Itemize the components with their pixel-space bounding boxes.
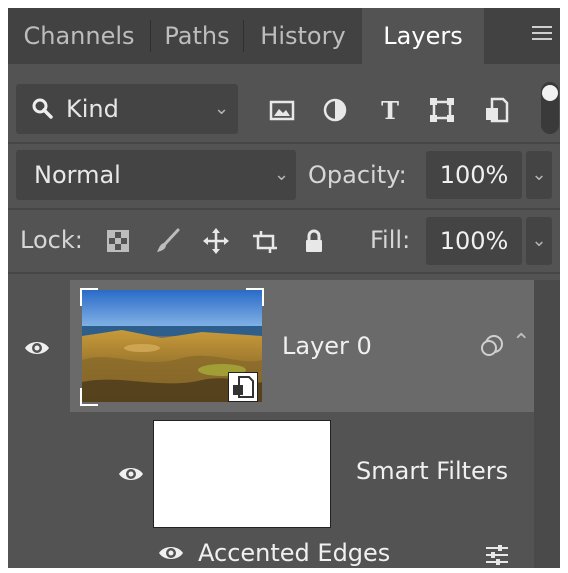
filter-kind-select[interactable]: Kind ⌄ [16, 84, 238, 134]
hamburger-menu-icon[interactable] [532, 26, 552, 44]
lock-artboard-icon[interactable] [251, 227, 279, 255]
tab-layers[interactable]: Layers [362, 8, 484, 64]
opacity-dropdown-button[interactable]: ⌄ [526, 151, 552, 199]
selection-frame-corner [80, 388, 98, 406]
tab-channels[interactable]: Channels [8, 8, 150, 64]
tab-paths[interactable]: Paths [151, 8, 243, 64]
filter-blending-options-icon[interactable] [484, 544, 510, 566]
adjustment-filter-icon[interactable] [321, 96, 349, 124]
layers-panel: Channels Paths History Layers Kind ⌄ T N… [8, 8, 560, 568]
lock-label: Lock: [20, 226, 83, 254]
panel-tab-bar: Channels Paths History Layers [8, 8, 560, 64]
layer-name[interactable]: Layer 0 [282, 326, 372, 366]
filter-kind-label: Kind [66, 95, 119, 123]
fill-input[interactable]: 100% [426, 217, 522, 265]
opacity-input[interactable]: 100% [426, 151, 522, 199]
tab-history[interactable]: History [244, 8, 362, 64]
filter-toggle-switch[interactable] [541, 82, 559, 134]
shape-filter-icon[interactable] [428, 96, 456, 124]
lock-position-icon[interactable] [202, 227, 230, 255]
chevron-down-icon: ⌄ [531, 230, 547, 251]
selection-frame-corner [246, 288, 264, 306]
opacity-label: Opacity: [308, 161, 407, 189]
fill-dropdown-button[interactable]: ⌄ [526, 217, 552, 265]
smart-filter-mask-thumbnail[interactable] [153, 420, 331, 528]
lock-image-pixels-icon[interactable] [154, 227, 182, 255]
filter-name[interactable]: Accented Edges [198, 535, 390, 568]
eye-icon[interactable] [158, 544, 184, 562]
chevron-down-icon: ⌄ [274, 164, 290, 185]
image-filter-icon[interactable] [268, 96, 296, 124]
smart-filters-label[interactable]: Smart Filters [356, 453, 508, 489]
chevron-down-icon: ⌄ [531, 164, 547, 185]
chevron-down-icon: ⌄ [214, 98, 230, 119]
smart-object-badge-icon [228, 372, 258, 402]
eye-icon[interactable] [24, 339, 50, 357]
search-icon [32, 98, 53, 119]
smart-object-filter-icon[interactable] [483, 96, 511, 124]
lock-transparent-pixels-icon[interactable] [104, 227, 132, 255]
divider [8, 142, 560, 144]
chevron-up-icon[interactable]: ⌃ [512, 330, 530, 355]
divider [8, 208, 560, 210]
blend-mode-value: Normal [34, 161, 121, 189]
eye-icon[interactable] [118, 465, 144, 483]
smart-filter-indicator-icon[interactable] [478, 334, 508, 358]
selection-frame-corner [80, 288, 98, 306]
layers-scrollbar[interactable] [534, 280, 560, 568]
blend-mode-select[interactable]: Normal ⌄ [16, 150, 296, 200]
svg-text:T: T [381, 96, 399, 124]
type-filter-icon[interactable]: T [376, 96, 404, 124]
divider [8, 272, 560, 274]
fill-label: Fill: [370, 226, 411, 254]
lock-all-icon[interactable] [300, 227, 328, 255]
